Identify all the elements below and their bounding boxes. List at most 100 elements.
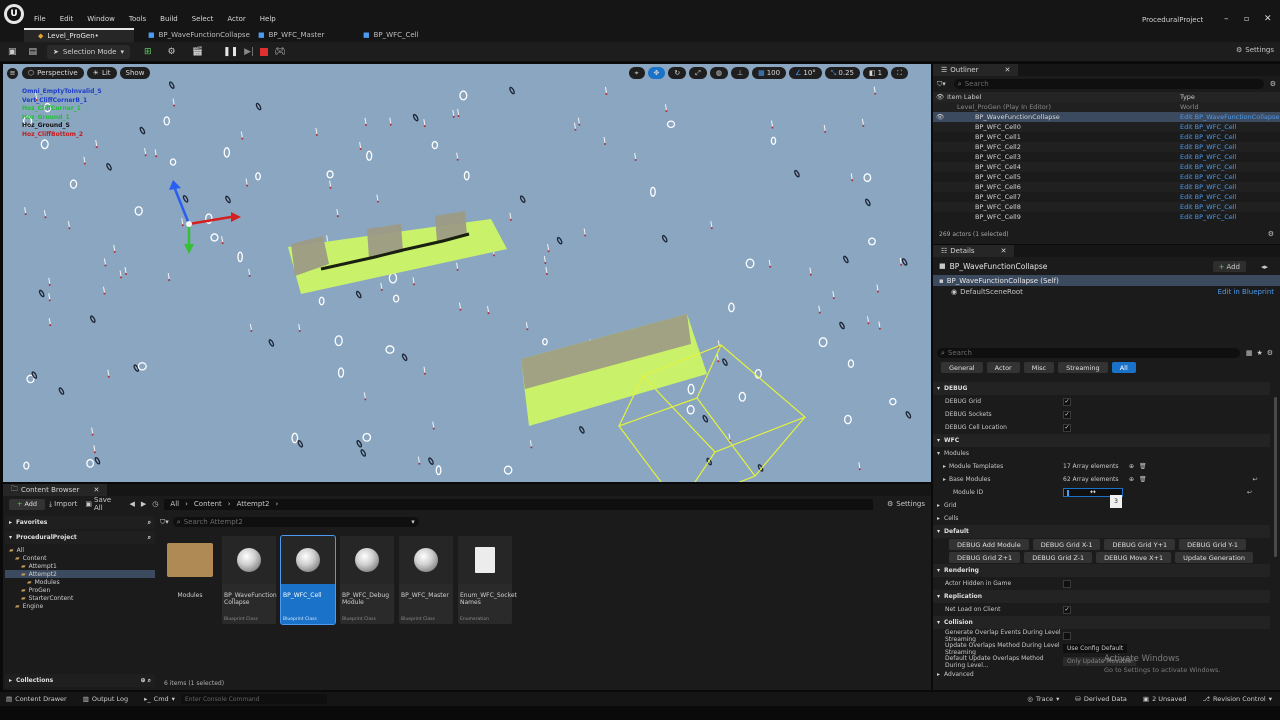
eject-icon[interactable]: 🎮︎ <box>274 47 285 57</box>
blueprint-options-icon[interactable]: ◂▸ <box>1261 263 1268 271</box>
angle-snap-button[interactable]: ∠ 10° <box>789 67 822 79</box>
folder-tree-item[interactable]: ▰ StarterContent <box>5 594 155 602</box>
actor-hidden-checkbox[interactable] <box>1063 579 1071 588</box>
section-wfc[interactable]: ▾ WFC <box>933 434 1270 447</box>
cb-save-all-button[interactable]: ▣ Save All <box>85 496 121 512</box>
outliner-row[interactable]: BP_WFC_Cell5 Edit BP_WFC_Cell <box>933 172 1280 182</box>
outliner-search[interactable]: ⌕ Search <box>953 79 1264 89</box>
outliner-item-type[interactable]: Edit BP_WFC_Cell <box>1180 123 1236 131</box>
forward-icon[interactable]: ▶ <box>141 500 146 508</box>
debug-grid-checkbox[interactable]: ✓ <box>1063 397 1071 406</box>
folder-tree-item[interactable]: ▰ Engine <box>5 602 155 610</box>
cb-settings-button[interactable]: ⚙ Settings <box>887 500 925 508</box>
outliner-item-type[interactable]: Edit BP_WFC_Cell <box>1180 193 1236 201</box>
mode-icon[interactable]: ▤ <box>29 47 38 57</box>
debug-grid-y-plus-button[interactable]: DEBUG Grid Y+1 <box>1104 539 1176 550</box>
collections-header[interactable]: ▸ Collections ⊕ ⌕ <box>5 674 155 687</box>
trash-icon[interactable]: 🗑︎ <box>1139 476 1147 483</box>
search-icon[interactable]: ⌕ <box>148 519 151 527</box>
outliner-item-type[interactable]: Edit BP_WFC_Cell <box>1180 163 1236 171</box>
outliner-item-type[interactable]: Edit BP_WaveFunctionCollapse <box>1180 113 1279 121</box>
cmd-dropdown[interactable]: ▸_ Cmd ▾ <box>144 695 175 703</box>
outliner-row[interactable]: Level_ProGen (Play In Editor) World <box>933 102 1280 112</box>
filter-icon[interactable]: ⛉▾ <box>160 518 169 527</box>
camera-speed-button[interactable]: ◧ 1 <box>863 67 889 79</box>
maximize-viewport-icon[interactable]: ⛶ <box>891 67 908 79</box>
outliner-row[interactable]: BP_WFC_Cell7 Edit BP_WFC_Cell <box>933 192 1280 202</box>
surface-snap-icon[interactable]: ⊥ <box>730 67 750 79</box>
revision-control-button[interactable]: ⎇ Revision Control ▾ <box>1203 695 1273 703</box>
derived-data-button[interactable]: ⛁ Derived Data <box>1075 695 1127 703</box>
section-replication[interactable]: ▾ Replication <box>933 590 1270 603</box>
menu-actor[interactable]: Actor <box>227 15 245 23</box>
view-options-icon[interactable]: ⚙ <box>1268 230 1274 238</box>
folder-tree-item[interactable]: ▰ Content <box>5 554 155 562</box>
cb-import-button[interactable]: ⤓ Import <box>49 500 77 509</box>
net-load-checkbox[interactable]: ✓ <box>1063 605 1071 614</box>
outliner-row[interactable]: BP_WFC_Cell9 Edit BP_WFC_Cell <box>933 212 1280 222</box>
visibility-icon[interactable]: 👁︎ <box>933 113 945 121</box>
close-tab-icon[interactable]: ✕ <box>1001 247 1007 255</box>
add-element-icon[interactable]: ⊕ <box>1129 463 1134 470</box>
minimize-icon[interactable]: – <box>1224 14 1229 24</box>
add-actor-icon[interactable]: ⊞ <box>144 47 152 57</box>
asset-bp-wfc-cell[interactable]: BP_WFC_Cell Blueprint Class <box>280 535 336 625</box>
select-tool-icon[interactable]: ⌖ <box>628 67 645 79</box>
details-scrollbar[interactable] <box>1274 397 1277 557</box>
filter-all[interactable]: All <box>1111 362 1136 373</box>
outliner-item-type[interactable]: Edit BP_WFC_Cell <box>1180 133 1236 141</box>
perspective-button[interactable]: ⬡ Perspective <box>22 67 84 79</box>
reset-icon[interactable]: ↩ <box>1253 476 1258 483</box>
close-icon[interactable]: ✕ <box>1264 14 1272 24</box>
add-element-icon[interactable]: ⊕ <box>1129 476 1134 483</box>
section-debug[interactable]: ▾ DEBUG <box>933 382 1270 395</box>
level-viewport[interactable]: ≡ ⬡ Perspective ☀ Lit Show ⌖ ✥ ↻ ⤢ ◍ ⊥ ▦… <box>3 64 931 482</box>
filter-streaming[interactable]: Streaming <box>1058 362 1108 373</box>
menu-file[interactable]: File <box>34 15 46 23</box>
outliner-row[interactable]: BP_WFC_Cell4 Edit BP_WFC_Cell <box>933 162 1280 172</box>
history-icon[interactable]: ◷ <box>152 500 158 508</box>
close-tab-icon[interactable]: ✕ <box>1004 66 1010 74</box>
filter-actor[interactable]: Actor <box>986 362 1020 373</box>
search-icon[interactable]: ⌕ <box>148 534 151 542</box>
details-search[interactable]: ⌕ Search <box>937 348 1240 358</box>
update-generation-button[interactable]: Update Generation <box>1175 552 1253 563</box>
debug-add-module-button[interactable]: DEBUG Add Module <box>949 539 1029 550</box>
outliner-row[interactable]: BP_WFC_Cell3 Edit BP_WFC_Cell <box>933 152 1280 162</box>
grid-snap-button[interactable]: ▦ 100 <box>752 67 787 79</box>
folder-tree-item[interactable]: ▰ Attempt1 <box>5 562 155 570</box>
close-tab-icon[interactable]: ✕ <box>93 486 99 494</box>
outliner-item-type[interactable]: Edit BP_WFC_Cell <box>1180 203 1236 211</box>
breadcrumb-all[interactable]: All <box>170 500 179 508</box>
scale-tool-icon[interactable]: ⤢ <box>689 67 707 79</box>
section-rendering[interactable]: ▾ Rendering <box>933 564 1270 577</box>
debug-grid-z-plus-button[interactable]: DEBUG Grid Z+1 <box>949 552 1021 563</box>
outliner-tab[interactable]: ☰ Outliner ✕ <box>933 64 1019 76</box>
gen-overlap-checkbox[interactable] <box>1063 631 1071 640</box>
reset-icon[interactable]: ↩ <box>1247 489 1252 496</box>
scene-canvas[interactable] <box>3 64 931 482</box>
menu-help[interactable]: Help <box>260 15 276 23</box>
tab-bp-wavefunction[interactable]: ■ BP_WaveFunctionCollapse <box>134 28 250 42</box>
details-tab[interactable]: ☷ Details ✕ <box>933 245 1015 257</box>
outliner-row[interactable]: 👁︎ BP_WaveFunctionCollapse Edit BP_WaveFun… <box>933 112 1280 122</box>
debug-grid-z-minus-button[interactable]: DEBUG Grid Z-1 <box>1024 552 1093 563</box>
scale-snap-button[interactable]: ⤡ 0.25 <box>824 67 860 79</box>
rotate-tool-icon[interactable]: ↻ <box>668 67 687 79</box>
asset-bp-wfc-debug-module[interactable]: BP_WFC_Debug Module Blueprint Class <box>340 536 394 624</box>
outliner-item-type[interactable]: Edit BP_WFC_Cell <box>1180 173 1236 181</box>
outliner-item-type[interactable]: Edit BP_WFC_Cell <box>1180 153 1236 161</box>
filter-misc[interactable]: Misc <box>1023 362 1055 373</box>
outliner-row[interactable]: BP_WFC_Cell8 Edit BP_WFC_Cell <box>933 202 1280 212</box>
blueprint-menu-icon[interactable]: ⚙ <box>168 47 176 57</box>
hamburger-icon[interactable]: ≡ <box>7 67 18 79</box>
menu-window[interactable]: Window <box>87 15 115 23</box>
trash-icon[interactable]: 🗑︎ <box>1139 463 1147 470</box>
debug-move-x-plus-button[interactable]: DEBUG Move X+1 <box>1096 552 1172 563</box>
settings-icon[interactable]: ⚙ <box>1270 80 1276 88</box>
gear-icon[interactable]: ⚙ <box>1267 349 1273 357</box>
breadcrumb-attempt2[interactable]: Attempt2 <box>237 500 270 508</box>
prop-cells[interactable]: ▸ Cells <box>933 512 1270 525</box>
folder-tree-item[interactable]: ▰ Attempt2 <box>5 570 155 578</box>
show-button[interactable]: Show <box>119 67 151 79</box>
